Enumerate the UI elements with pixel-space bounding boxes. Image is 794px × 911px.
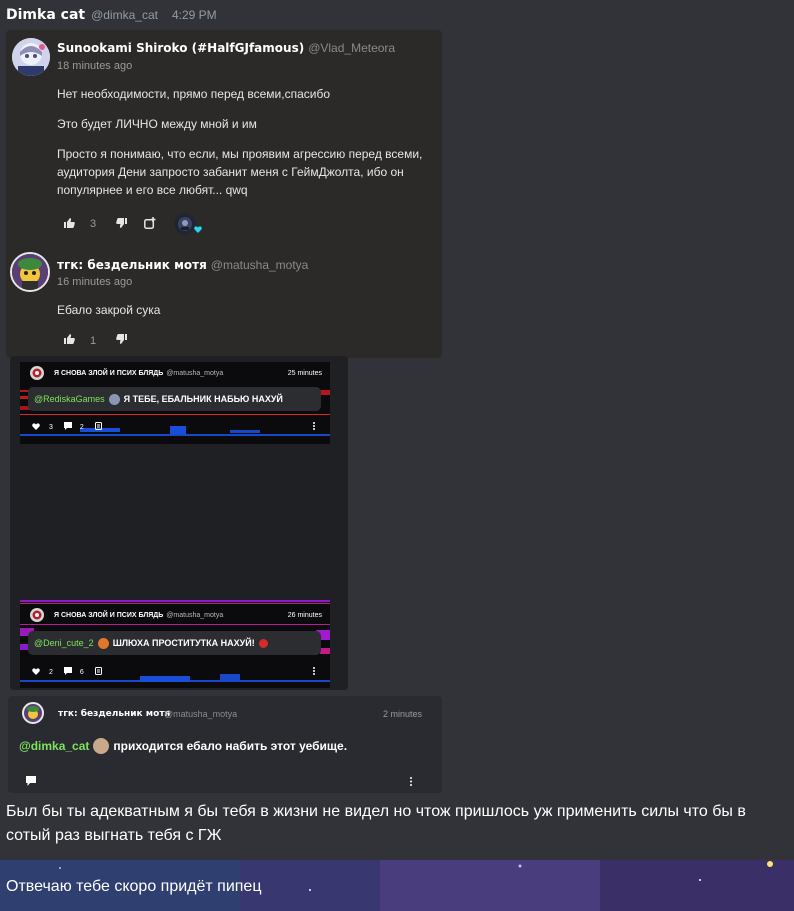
like-count: 2 bbox=[49, 668, 53, 676]
more-vertical-icon[interactable] bbox=[410, 773, 412, 791]
comment-paragraph: Ебало закрой сука bbox=[57, 303, 161, 317]
thumbs-up-icon[interactable] bbox=[64, 217, 78, 231]
repost-header: Я СНОВА ЗЛОЙ И ПСИХ БЛЯДЬ @matusha_motya… bbox=[20, 604, 330, 626]
repost-text: ШЛЮХА ПРОСТИТУТКА НАХУЙ! bbox=[112, 638, 255, 648]
comment-paragraph: Просто я понимаю, что если, мы проявим а… bbox=[57, 147, 423, 197]
reply-text: приходится ебало набить этот уебище. bbox=[113, 739, 348, 753]
like-count: 1 bbox=[90, 334, 97, 347]
message-timestamp: 4:29 PM bbox=[171, 8, 217, 22]
angry-emoji-icon bbox=[258, 638, 268, 648]
comment-count: 2 bbox=[79, 423, 84, 431]
thumbs-down-icon[interactable] bbox=[116, 217, 144, 231]
comment-author[interactable]: тгк: бездельник мотя @matusha_motya bbox=[57, 258, 308, 272]
mention-avatar bbox=[108, 393, 120, 405]
comment-body: Ебало закрой сука bbox=[57, 301, 427, 331]
comments-screenshot: Sunookami Shiroko (#HalfGJfamous) @Vlad_M… bbox=[6, 30, 442, 358]
comment-time: 18 minutes ago bbox=[57, 60, 133, 72]
like-count: 3 bbox=[49, 423, 53, 431]
comment-author-name[interactable]: тгк: бездельник мотя bbox=[57, 258, 207, 272]
comment-author[interactable]: Sunookami Shiroko (#HalfGJfamous) @Vlad_M… bbox=[57, 41, 395, 55]
comment-author-name[interactable]: Sunookami Shiroko (#HalfGJfamous) bbox=[57, 41, 304, 55]
avatar bbox=[22, 702, 44, 724]
message-text: Был бы ты адекватным я бы тебя в жизни н… bbox=[6, 803, 746, 844]
comment-actions: 3 bbox=[64, 212, 202, 236]
comment-author-handle: @Vlad_Meteora bbox=[308, 41, 396, 55]
repost-card: Я СНОВА ЗЛОЙ И ПСИХ БЛЯДЬ @matusha_motya… bbox=[20, 362, 330, 444]
repost-footer: 2 6 bbox=[20, 663, 330, 681]
repost-handle: @matusha_motya bbox=[166, 611, 224, 619]
mention-link[interactable]: @RediskaGames bbox=[34, 394, 105, 404]
reaction-avatar[interactable] bbox=[174, 213, 196, 235]
share-icon[interactable] bbox=[144, 216, 174, 232]
heart-icon bbox=[194, 224, 202, 236]
reply-handle: @matusha_motya bbox=[164, 709, 238, 719]
avatar-image bbox=[12, 38, 50, 76]
message-header: Dimka cat @dimka_cat 4:29 PM bbox=[6, 7, 217, 27]
more-vertical-icon[interactable] bbox=[313, 422, 315, 432]
repost-handle: @matusha_motya bbox=[166, 369, 224, 377]
heart-icon[interactable] bbox=[32, 422, 40, 432]
share-icon[interactable] bbox=[94, 667, 102, 677]
repost-header: Я СНОВА ЗЛОЙ И ПСИХ БЛЯДЬ @matusha_motya… bbox=[20, 362, 330, 384]
repost-bubble: @RediskaGames Я ТЕБЕ, ЕБАЛЬНИК НАБЬЮ НАХ… bbox=[28, 387, 321, 411]
thumbs-up-icon[interactable] bbox=[64, 334, 78, 347]
mention-link[interactable]: @Deni_cute_2 bbox=[34, 638, 94, 648]
comment-body: Нет необходимости, прямо перед всеми,спа… bbox=[57, 85, 427, 211]
thumbs-down-icon[interactable] bbox=[116, 334, 127, 347]
repost-time: 25 minutes bbox=[287, 369, 322, 377]
repost-bubble: @Deni_cute_2 ШЛЮХА ПРОСТИТУТКА НАХУЙ! bbox=[28, 631, 321, 655]
mention-avatar bbox=[97, 637, 109, 649]
next-message-text: Отвечаю тебе скоро придёт пипец bbox=[6, 878, 262, 895]
avatar bbox=[12, 38, 50, 76]
heart-icon[interactable] bbox=[32, 667, 40, 677]
avatar bbox=[30, 608, 44, 622]
comment-actions: 1 bbox=[64, 334, 127, 347]
comment-author-handle: @matusha_motya bbox=[210, 258, 309, 272]
repost-title[interactable]: Я СНОВА ЗЛОЙ И ПСИХ БЛЯДЬ bbox=[54, 612, 163, 619]
comment-count: 6 bbox=[79, 668, 84, 676]
reply-card: тгк: бездельник мотя @matusha_motya 2 mi… bbox=[8, 696, 442, 793]
repost-text: Я ТЕБЕ, ЕБАЛЬНИК НАБЬЮ НАХУЙ bbox=[123, 394, 283, 404]
repost-footer: 3 2 bbox=[20, 418, 330, 436]
comment-icon[interactable] bbox=[26, 773, 36, 791]
like-count: 3 bbox=[90, 218, 97, 230]
comment-paragraph: Нет необходимости, прямо перед всеми,спа… bbox=[57, 87, 330, 101]
share-icon[interactable] bbox=[94, 422, 102, 432]
message-handle: @dimka_cat bbox=[91, 8, 158, 22]
message-author[interactable]: Dimka cat bbox=[6, 7, 85, 23]
repost-time: 26 minutes bbox=[287, 611, 322, 619]
repost-card: Я СНОВА ЗЛОЙ И ПСИХ БЛЯДЬ @matusha_motya… bbox=[20, 600, 330, 688]
avatar bbox=[30, 366, 44, 380]
more-vertical-icon[interactable] bbox=[313, 667, 315, 677]
reply-body: @dimka_cat приходится ебало набить этот … bbox=[19, 738, 347, 754]
mention-link[interactable]: @dimka_cat bbox=[19, 739, 89, 753]
repost-title[interactable]: Я СНОВА ЗЛОЙ И ПСИХ БЛЯДЬ bbox=[54, 370, 163, 377]
comment-time: 16 minutes ago bbox=[57, 276, 133, 288]
mention-avatar bbox=[93, 738, 110, 754]
avatar bbox=[10, 252, 50, 292]
reply-author[interactable]: тгк: бездельник мотя bbox=[58, 709, 170, 719]
avatar-image bbox=[12, 254, 48, 290]
reply-time: 2 minutes bbox=[382, 709, 422, 719]
comment-paragraph: Это будет ЛИЧНО между мной и им bbox=[57, 117, 257, 131]
comment-icon[interactable] bbox=[63, 422, 72, 432]
comment-icon[interactable] bbox=[63, 667, 72, 677]
